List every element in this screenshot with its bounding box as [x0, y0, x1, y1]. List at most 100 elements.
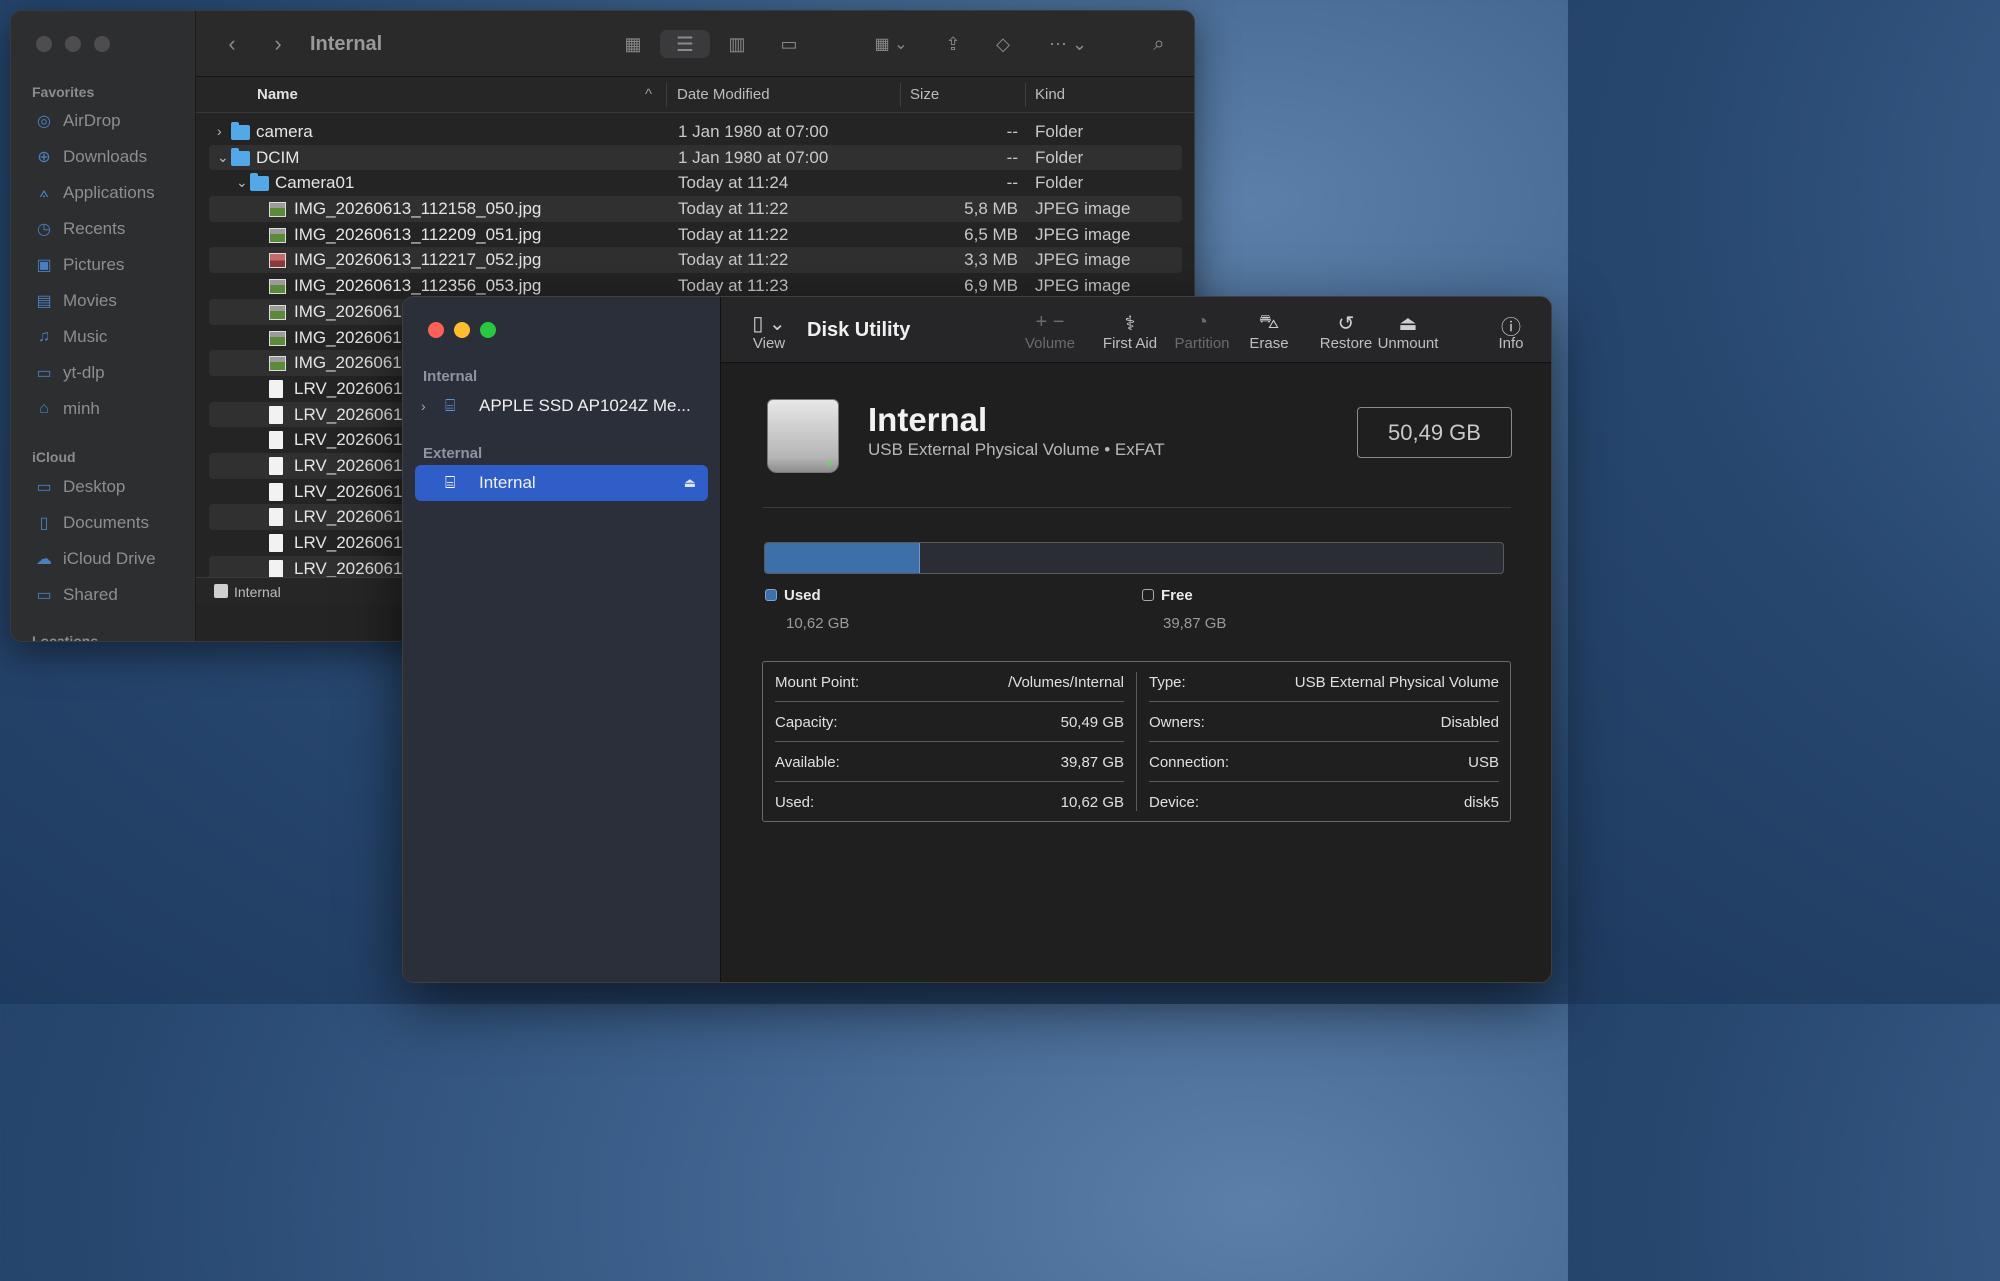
sidebar-item-yt-dlp[interactable]: ▭ yt-dlp [33, 358, 104, 388]
music-icon: ♫ [38, 328, 50, 345]
desktop-icon: ▭ [36, 479, 52, 496]
more-actions-icon[interactable]: ⋯ ⌄ [1044, 30, 1092, 58]
disclosure-triangle-icon[interactable]: ⌄ [217, 149, 229, 166]
used-value: 10,62 GB [786, 615, 850, 632]
image-file-icon [269, 356, 286, 372]
sidebar-item-label: Desktop [63, 477, 126, 496]
internal-disk-item[interactable]: › ⌸ APPLE SSD AP1024Z Me... [415, 388, 708, 424]
file-name: IMG_20260613_112209_051.jpg [294, 224, 542, 244]
sidebar-item-label: minh [63, 399, 100, 418]
sidebar-item-label: iCloud Drive [63, 549, 156, 568]
disclosure-triangle-icon[interactable]: › [217, 123, 222, 139]
sidebar-item-minh[interactable]: ⌂ minh [33, 394, 100, 424]
list-view-icon[interactable]: ☰ [660, 30, 710, 58]
column-header: Name ^ Date Modified Size Kind [196, 77, 1194, 113]
back-icon[interactable]: ‹ [222, 30, 242, 58]
file-name: IMG_20260613_112217_052.jpg [294, 250, 542, 270]
table-row[interactable]: ⌄ Camera01 Today at 11:24 -- Folder [196, 170, 1194, 196]
image-file-icon [269, 330, 286, 346]
minimize-button[interactable] [65, 36, 81, 52]
sidebar-item-pictures[interactable]: ▣ Pictures [33, 250, 124, 280]
external-heading: External [423, 445, 483, 462]
external-drive-icon: ⌸ [445, 473, 456, 492]
home-icon: ⌂ [39, 400, 49, 417]
used-label: Used [784, 587, 821, 604]
close-button[interactable] [36, 36, 52, 52]
sidebar-item-shared[interactable]: ▭ Shared [33, 580, 117, 610]
sidebar-item-downloads[interactable]: ⊕ Downloads [33, 142, 147, 172]
sidebar-item-applications[interactable]: ⟑ Applications [33, 178, 155, 208]
close-button[interactable] [428, 322, 444, 338]
search-icon[interactable]: ⌕ [1146, 30, 1172, 58]
toolbar-button-label: Partition [1174, 335, 1230, 352]
column-name[interactable]: Name [257, 86, 298, 103]
sidebar-item-label: Pictures [63, 255, 125, 274]
file-name: LRV_2026061 [294, 558, 403, 578]
info-key: Capacity: [775, 714, 838, 731]
table-row[interactable]: IMG_20260613_112217_052.jpg Today at 11:2… [196, 247, 1194, 273]
path-bar-label[interactable]: Internal [234, 584, 281, 600]
sidebar-item-movies[interactable]: ▤ Movies [33, 286, 116, 316]
sidebar-item-documents[interactable]: ▯ Documents [33, 508, 149, 538]
info-button[interactable]: ⓘ Info [1489, 311, 1533, 352]
disclosure-triangle-icon[interactable]: ⌄ [236, 174, 248, 191]
table-row[interactable]: ⌄ DCIM 1 Jan 1980 at 07:00 -- Folder [196, 144, 1194, 171]
restore-button[interactable]: ↺ Restore [1318, 311, 1374, 352]
volume-button[interactable]: + − Volume [1019, 311, 1081, 352]
external-volume-item[interactable]: ⌸ Internal ⏏ [415, 465, 708, 501]
table-row[interactable]: IMG_20260613_112356_053.jpg Today at 11:2… [196, 273, 1194, 299]
documents-icon: ▯ [39, 515, 49, 532]
file-date: Today at 11:24 [678, 173, 789, 193]
table-row[interactable]: › camera 1 Jan 1980 at 07:00 -- Folder [196, 119, 1194, 145]
recents-icon: ◷ [37, 221, 51, 238]
column-date-modified[interactable]: Date Modified [677, 86, 770, 103]
column-view-icon[interactable]: ▥ [722, 30, 752, 58]
app-title: Disk Utility [807, 319, 911, 341]
column-kind[interactable]: Kind [1035, 86, 1065, 103]
unmount-icon: ⏏ [1398, 313, 1418, 335]
view-button[interactable]: ▯ ⌄ View [745, 311, 793, 352]
info-value: 39,87 GB [1060, 754, 1124, 771]
info-row: Owners: Disabled [1149, 702, 1499, 742]
zoom-button[interactable] [94, 36, 110, 52]
toolbar-button-label: Unmount [1377, 335, 1439, 352]
info-value: USB External Physical Volume [1294, 674, 1499, 691]
minimize-button[interactable] [454, 322, 470, 338]
file-kind: JPEG image [1035, 224, 1131, 244]
toolbar-button-label: Volume [1024, 335, 1076, 352]
forward-icon[interactable]: › [268, 30, 288, 58]
first-aid-button[interactable]: ⚕ First Aid [1095, 311, 1165, 352]
file-name: LRV_2026061 [294, 507, 403, 527]
sidebar-item-airdrop[interactable]: ◎ AirDrop [33, 106, 121, 136]
free-swatch [1142, 589, 1154, 601]
disclosure-chevron-icon[interactable]: › [421, 398, 441, 414]
pictures-icon: ▣ [36, 257, 52, 274]
hard-drive-icon: ⌸ [445, 396, 456, 415]
sidebar-item-desktop[interactable]: ▭ Desktop [33, 472, 125, 502]
column-size[interactable]: Size [910, 86, 939, 103]
unmount-button[interactable]: ⏏ Unmount [1375, 311, 1441, 352]
eject-icon[interactable]: ⏏ [684, 475, 696, 491]
share-icon[interactable]: ⇪ [941, 30, 965, 58]
table-row[interactable]: IMG_20260613_112158_050.jpg Today at 11:2… [196, 196, 1194, 222]
gallery-view-icon[interactable]: ▭ [774, 30, 804, 58]
sidebar-item-recents[interactable]: ◷ Recents [33, 214, 125, 244]
partition-button[interactable]: ◔ Partition [1171, 311, 1233, 352]
file-name: LRV_2026061 [294, 481, 403, 501]
image-file-icon [269, 304, 286, 320]
info-key: Connection: [1149, 754, 1230, 771]
info-value: USB [1468, 754, 1499, 771]
window-title: Internal [310, 33, 383, 55]
sidebar-item-music[interactable]: ♫ Music [33, 322, 107, 352]
sort-ascending-icon[interactable]: ^ [645, 86, 652, 103]
file-kind: Folder [1035, 173, 1084, 193]
sidebar-item-icloud-drive[interactable]: ☁ iCloud Drive [33, 544, 156, 574]
tag-icon[interactable]: ◇ [991, 30, 1015, 58]
locations-heading: Locations [32, 633, 99, 642]
table-row[interactable]: IMG_20260613_112209_051.jpg Today at 11:2… [196, 222, 1194, 248]
erase-button[interactable]: ⛍ Erase [1247, 311, 1291, 352]
group-by-icon[interactable]: ▦ ⌄ [866, 30, 916, 58]
zoom-button[interactable] [480, 322, 496, 338]
icon-view-icon[interactable]: ▦ [620, 30, 646, 58]
document-icon [269, 379, 283, 398]
